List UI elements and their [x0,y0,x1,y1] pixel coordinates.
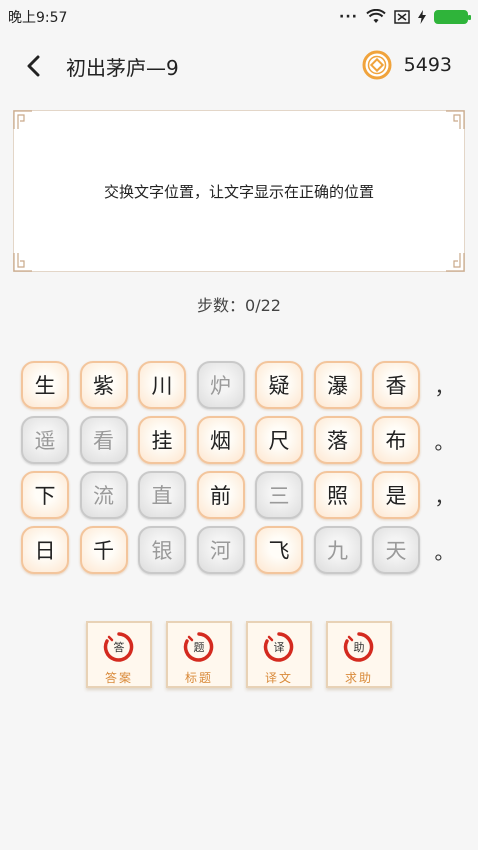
corner-ornament-icon [446,110,465,129]
action-label: 标题 [184,671,213,685]
sim-off-icon [394,10,410,24]
character-tile: 炉 [196,361,245,409]
corner-ornament-icon [446,253,465,272]
character-tile[interactable]: 紫 [79,361,128,409]
seal-char: 译 [273,641,285,654]
corner-ornament-icon [13,110,32,129]
character-tile: 河 [196,526,245,574]
character-tile[interactable]: 香 [372,361,420,409]
answer-button[interactable]: 答答案 [86,621,152,688]
corner-ornament-icon [13,253,32,272]
character-tile[interactable]: 瀑 [313,361,362,409]
character-tile: 三 [255,471,303,519]
character-tile[interactable]: 落 [313,416,362,464]
status-time: 晚上9:57 [8,10,68,26]
chevron-left-icon [27,55,40,77]
coin-count: 5493 [403,54,452,76]
step-counter: 步数：0/22 [197,296,281,315]
character-tile: 天 [372,526,420,574]
seal-char: 题 [193,641,205,654]
help-button[interactable]: 助求助 [326,621,392,688]
punctuation: 。 [434,539,455,564]
punctuation: ， [434,374,455,399]
back-button[interactable] [12,44,56,88]
action-label: 译文 [264,671,293,685]
page-title: 初出茅庐—9 [66,55,179,80]
character-tile: 九 [313,526,362,574]
coin-balance: 5493 [362,50,452,80]
seal-char: 答 [113,641,125,654]
character-tile: 看 [79,416,128,464]
status-icons: ··· [339,9,471,25]
wifi-icon [366,9,386,23]
punctuation: 。 [434,429,455,454]
character-tile[interactable]: 飞 [255,526,303,574]
translation-button[interactable]: 译译文 [246,621,312,688]
seal-icon: 助 [343,631,375,663]
character-tile[interactable]: 千 [79,526,128,574]
character-tile[interactable]: 川 [138,361,186,409]
coin-icon [362,50,392,80]
charging-icon [418,10,426,24]
more-dots-icon: ··· [339,9,358,25]
seal-icon: 译 [263,631,295,663]
seal-char: 助 [353,641,365,654]
instruction-panel: 交换文字位置，让文字显示在正确的位置 [13,110,465,272]
character-tile[interactable]: 疑 [255,361,303,409]
status-bar: 晚上9:57 ··· [0,0,478,34]
header: 初出茅庐—9 5493 [0,34,478,98]
character-tile[interactable]: 是 [372,471,420,519]
character-tile[interactable]: 尺 [255,416,303,464]
title-button[interactable]: 题标题 [166,621,232,688]
character-tile[interactable]: 烟 [196,416,245,464]
instruction-text: 交换文字位置，让文字显示在正确的位置 [103,182,374,201]
character-tile[interactable]: 日 [21,526,69,574]
punctuation: ， [434,484,455,509]
character-tile[interactable]: 下 [21,471,69,519]
battery-icon [434,10,471,24]
character-tile: 流 [79,471,128,519]
character-tile[interactable]: 生 [21,361,69,409]
action-label: 答案 [104,671,133,685]
character-tile: 直 [138,471,186,519]
seal-icon: 题 [183,631,215,663]
character-tile[interactable]: 照 [313,471,362,519]
character-tile[interactable]: 挂 [138,416,186,464]
character-tile[interactable]: 布 [372,416,420,464]
action-label: 求助 [344,671,373,685]
character-tile: 银 [138,526,186,574]
seal-icon: 答 [103,631,135,663]
character-tile: 遥 [21,416,69,464]
character-tile[interactable]: 前 [196,471,245,519]
